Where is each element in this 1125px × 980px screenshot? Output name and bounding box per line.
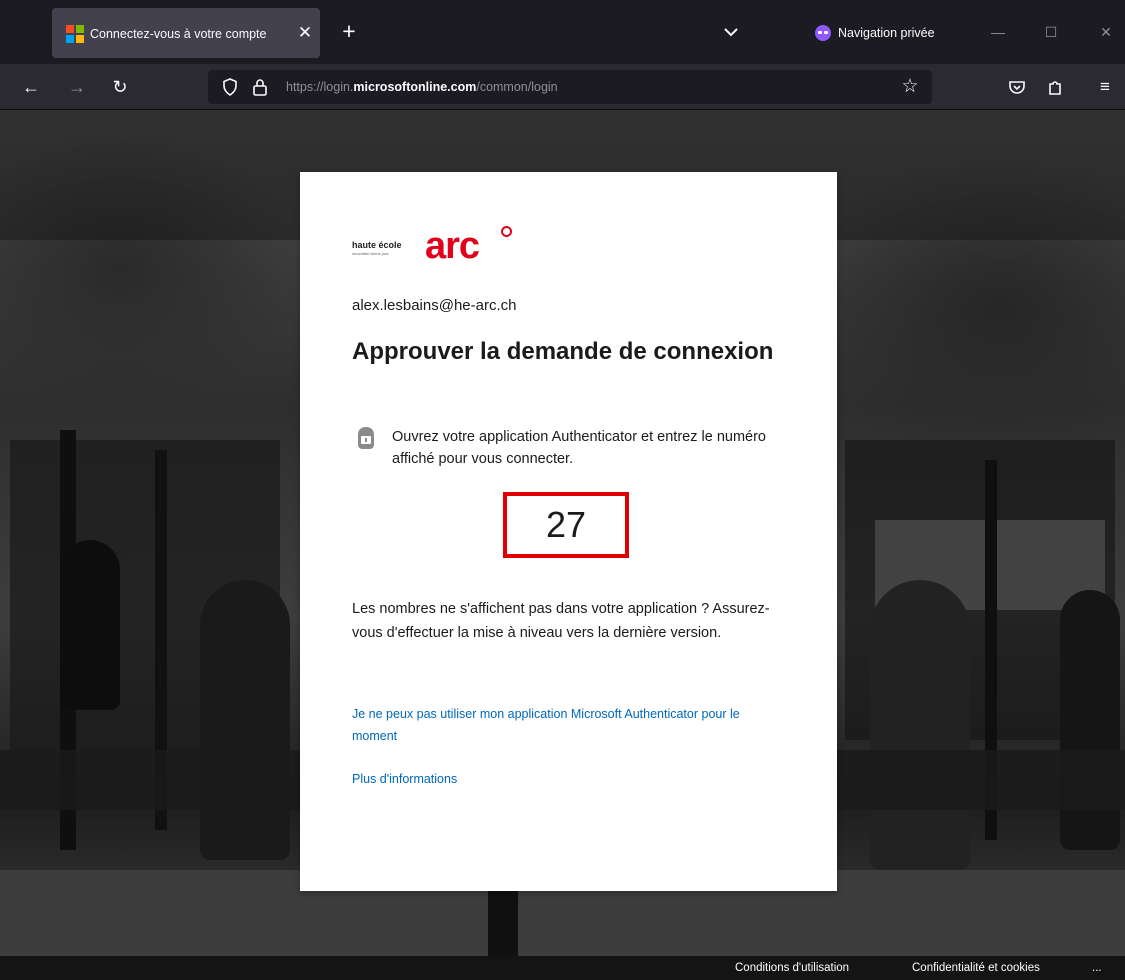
forward-button[interactable]: → [64,74,90,100]
logo-brand: arc [425,225,480,267]
tab-close-button[interactable]: ✕ [295,22,315,44]
menu-button[interactable]: ≡ [1092,74,1118,100]
page-title: Approuver la demande de connexion [352,338,774,365]
tab-title: Connectez-vous à votre compte [90,27,267,41]
private-browsing-label: Navigation privée [838,26,935,40]
minimize-button[interactable]: — [985,20,1011,44]
browser-tab-active[interactable]: Connectez-vous à votre compte ✕ [52,8,320,58]
shield-icon[interactable] [222,78,238,96]
lock-icon[interactable] [252,77,268,97]
extensions-icon[interactable] [1042,74,1068,100]
he-arc-logo: haute école neuchâtel berne jura arc [352,224,522,272]
account-email: alex.lesbains@he-arc.ch [352,297,517,314]
logo-tiny-text: neuchâtel berne jura [352,251,389,256]
logo-degree-mark [501,226,512,237]
microsoft-logo-icon [66,25,84,43]
sign-in-card: haute école neuchâtel berne jura arc ale… [300,172,837,891]
url-bar[interactable]: https://login.microsoftonline.com/common… [208,70,932,104]
tab-strip: Connectez-vous à votre compte ✕ + Naviga… [0,0,1125,64]
maximize-button[interactable]: ☐ [1038,20,1064,44]
reload-button[interactable]: ↻ [107,74,133,100]
pocket-icon[interactable] [1004,74,1030,100]
privacy-cookies-link[interactable]: Confidentialité et cookies [912,960,1040,976]
approval-number: 27 [545,504,587,545]
page-footer: Conditions d'utilisation Confidentialité… [0,956,1125,980]
footer-more-button[interactable]: ... [1092,960,1102,976]
back-button[interactable]: ← [18,74,44,100]
new-tab-button[interactable]: + [337,20,361,44]
numbers-help-text: Les nombres ne s'affichent pas dans votr… [352,601,770,641]
terms-of-use-link[interactable]: Conditions d'utilisation [735,960,849,976]
approval-number-box: 27 [503,492,629,558]
more-information-link[interactable]: Plus d'informations [352,768,772,790]
url-text[interactable]: https://login.microsoftonline.com/common… [286,78,846,96]
authenticator-lock-icon [355,425,377,451]
window-close-button[interactable]: ✕ [1093,20,1119,44]
chevron-down-icon[interactable] [719,21,743,43]
private-browsing-icon [815,25,831,41]
authenticator-instruction: Ouvrez votre application Authenticator e… [392,429,766,467]
logo-small-text: haute école [352,240,402,250]
bookmark-star-icon[interactable]: ☆ [898,75,922,99]
cannot-use-authenticator-link[interactable]: Je ne peux pas utiliser mon application … [352,703,772,747]
navigation-toolbar: ← → ↻ https://login.microsoftonline.com/… [0,64,1125,110]
